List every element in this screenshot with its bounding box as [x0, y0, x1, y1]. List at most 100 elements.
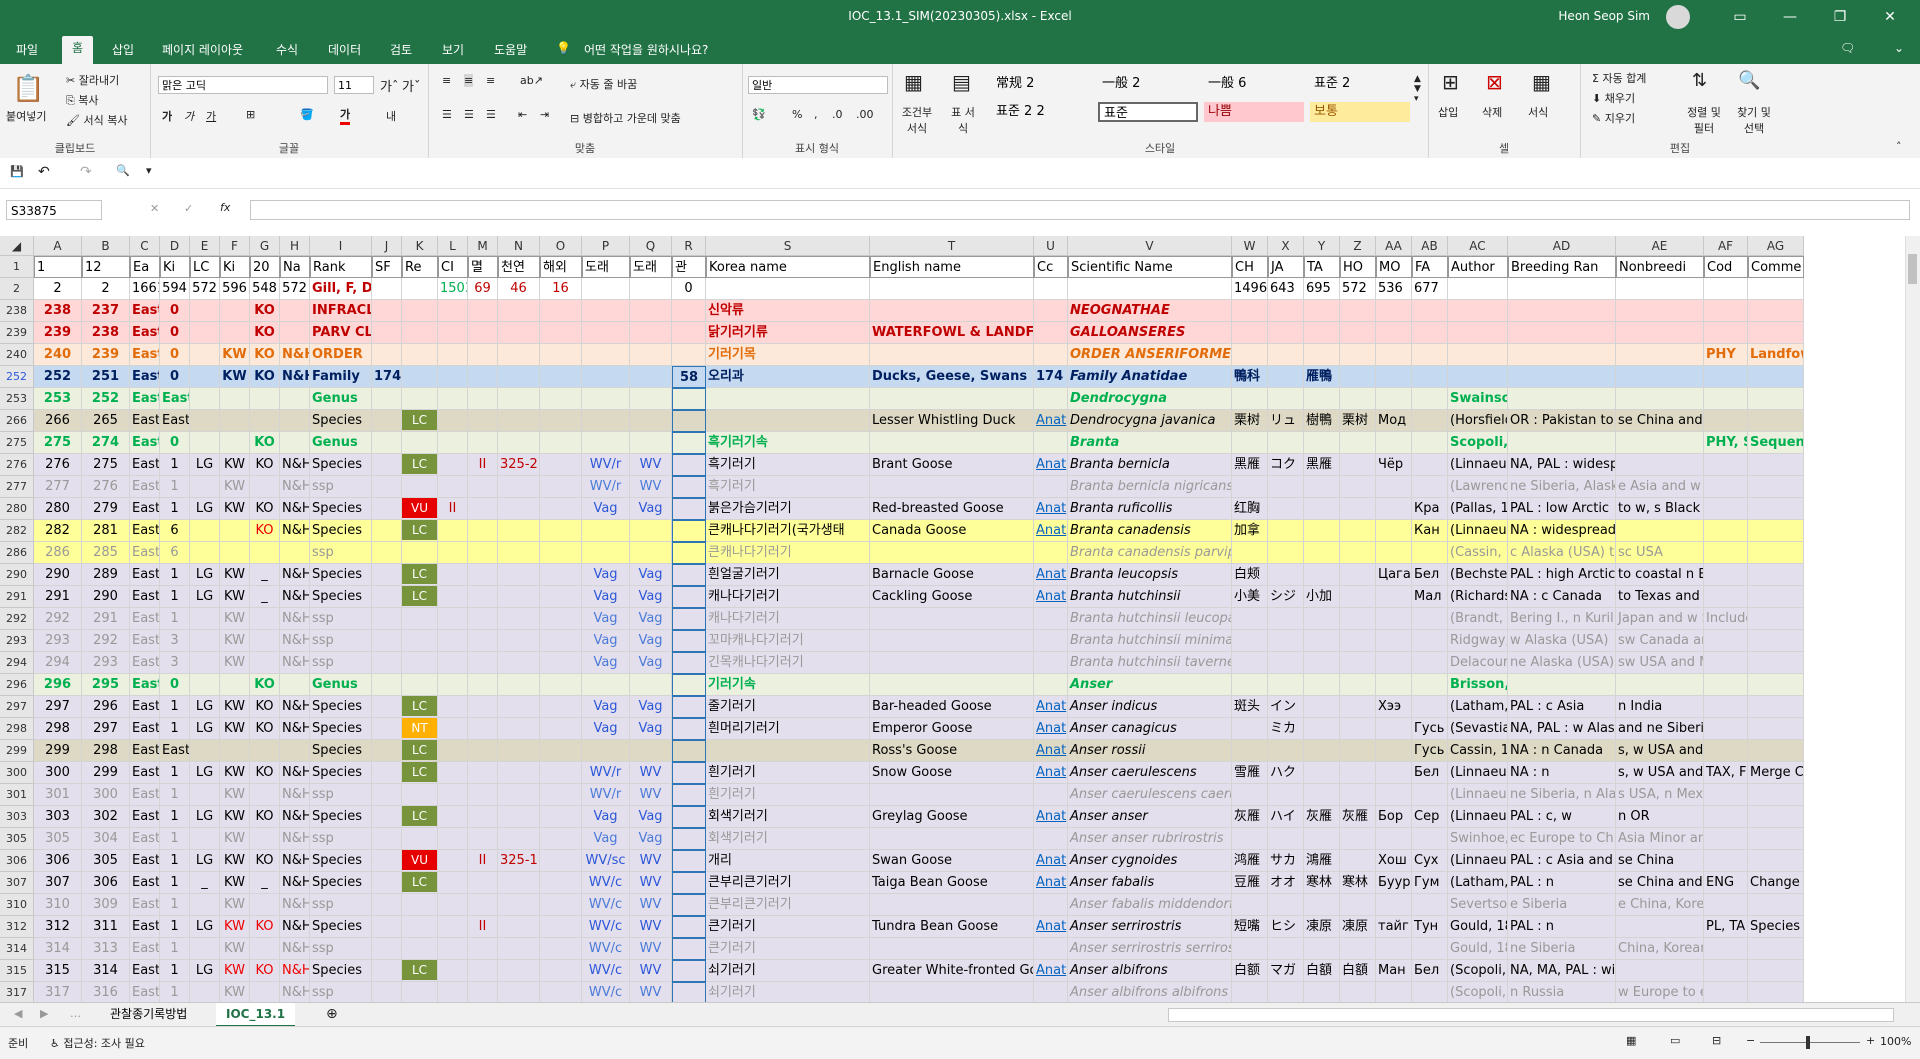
grid-cell[interactable] — [438, 586, 468, 608]
grid-cell[interactable] — [438, 608, 468, 630]
grid-cell[interactable]: Family Anatidae — [1068, 366, 1232, 388]
grid-cell[interactable] — [540, 960, 582, 982]
grid-cell[interactable]: Branta bernicla — [1068, 454, 1232, 476]
grid-cell[interactable]: 643 — [1268, 278, 1304, 300]
grid-cell[interactable] — [582, 410, 630, 432]
grid-cell[interactable]: 536 — [1376, 278, 1412, 300]
grid-cell[interactable] — [1340, 586, 1376, 608]
grid-cell[interactable] — [672, 454, 706, 476]
grid-cell[interactable]: 0 — [160, 432, 190, 454]
grid-cell[interactable]: Vag — [582, 652, 630, 674]
grid-cell[interactable]: Cod — [1704, 256, 1748, 278]
grid-cell[interactable] — [540, 608, 582, 630]
zoom-out-icon[interactable]: − — [1746, 1034, 1755, 1047]
save-icon[interactable]: 💾 — [10, 165, 24, 178]
grid-cell[interactable]: Бор — [1376, 806, 1412, 828]
grid-cell[interactable]: 기러기목 — [706, 344, 870, 366]
grid-cell[interactable] — [402, 784, 438, 806]
grid-cell[interactable]: ORDER ANSERIFORMES — [1068, 344, 1232, 366]
grid-cell[interactable] — [1034, 300, 1068, 322]
grid-cell[interactable]: 280 — [34, 498, 82, 520]
grid-cell[interactable]: KO — [250, 674, 280, 696]
grid-cell[interactable] — [1034, 630, 1068, 652]
grid-cell[interactable]: Vag — [582, 828, 630, 850]
grid-cell[interactable] — [372, 410, 402, 432]
grid-cell[interactable]: 白額 — [1304, 960, 1340, 982]
grid-cell[interactable]: 灰雁 — [1304, 806, 1340, 828]
grid-cell[interactable]: Swainson, 1837 — [1448, 388, 1508, 410]
grid-cell[interactable]: n India — [1616, 696, 1704, 718]
grid-cell[interactable] — [438, 674, 468, 696]
grid-cell[interactable] — [1412, 388, 1448, 410]
grid-cell[interactable]: (Pallas, 1 — [1448, 498, 1508, 520]
grid-cell[interactable]: 306 — [82, 872, 130, 894]
grid-cell[interactable] — [1034, 982, 1068, 1002]
grid-cell[interactable]: East — [130, 960, 160, 982]
grid-cell[interactable]: Anser rossii — [1068, 740, 1232, 762]
grid-cell[interactable]: se China and Greater Sunda — [1616, 410, 1704, 432]
grid-cell[interactable]: 315 — [34, 960, 82, 982]
grid-cell[interactable]: Ridgway, 1 — [1448, 630, 1508, 652]
grid-cell[interactable] — [1748, 278, 1804, 300]
grid-cell[interactable] — [1704, 520, 1748, 542]
grid-cell[interactable]: Gill, F, D Donsker, ... — [310, 278, 372, 300]
grid-cell[interactable]: Anser indicus — [1068, 696, 1232, 718]
grid-cell[interactable] — [1340, 608, 1376, 630]
row-header[interactable]: 315 — [0, 960, 34, 982]
grid-cell[interactable] — [498, 894, 540, 916]
column-header[interactable]: AE — [1616, 236, 1704, 256]
column-header[interactable]: AB — [1412, 236, 1448, 256]
column-header[interactable]: V — [1068, 236, 1232, 256]
grid-cell[interactable] — [582, 300, 630, 322]
grid-cell[interactable] — [630, 300, 672, 322]
grid-cell[interactable] — [1304, 388, 1340, 410]
grid-cell[interactable]: LG — [190, 498, 220, 520]
grid-cell[interactable]: LG — [190, 718, 220, 740]
row-header[interactable]: 307 — [0, 872, 34, 894]
grid-cell[interactable]: Ki — [220, 256, 250, 278]
grid-cell[interactable]: Гусь — [1412, 740, 1448, 762]
grid-cell[interactable]: _ — [250, 872, 280, 894]
grid-cell[interactable]: WV — [630, 894, 672, 916]
grid-cell[interactable]: Landfow — [1748, 344, 1804, 366]
grid-cell[interactable] — [1232, 322, 1268, 344]
grid-cell[interactable]: 오리과 — [706, 366, 870, 388]
clear-button[interactable]: ✎ 지우기 — [1592, 110, 1635, 126]
grid-cell[interactable] — [1034, 432, 1068, 454]
grid-cell[interactable]: East — [130, 520, 160, 542]
grid-cell[interactable] — [1704, 476, 1748, 498]
column-header[interactable]: M — [468, 236, 498, 256]
grid-cell[interactable] — [1340, 850, 1376, 872]
grid-cell[interactable]: Vag — [582, 630, 630, 652]
grid-cell[interactable] — [1508, 388, 1616, 410]
grid-cell[interactable] — [438, 476, 468, 498]
grid-cell[interactable]: Vag — [630, 586, 672, 608]
grid-cell[interactable]: 281 — [82, 520, 130, 542]
grid-cell[interactable] — [1268, 300, 1304, 322]
grid-cell[interactable] — [540, 586, 582, 608]
grid-cell[interactable]: LG — [190, 564, 220, 586]
grid-cell[interactable] — [1268, 938, 1304, 960]
grid-cell[interactable] — [1268, 344, 1304, 366]
grid-cell[interactable]: OR : Pakistan to — [1508, 410, 1616, 432]
grid-cell[interactable] — [1376, 762, 1412, 784]
grid-cell[interactable]: 灰雁 — [1340, 806, 1376, 828]
grid-cell[interactable]: PHY, S — [1704, 432, 1748, 454]
style-item[interactable]: 표준 2 — [1310, 74, 1410, 94]
grid-cell[interactable] — [582, 740, 630, 762]
grid-cell[interactable]: II — [438, 498, 468, 520]
grid-cell[interactable]: N&H — [280, 696, 310, 718]
grid-cell[interactable] — [1304, 432, 1340, 454]
grid-cell[interactable]: 0 — [160, 344, 190, 366]
grid-cell[interactable] — [672, 696, 706, 718]
grid-cell[interactable] — [1304, 520, 1340, 542]
grid-cell[interactable] — [1704, 938, 1748, 960]
orientation-icon[interactable]: ab↗ — [520, 74, 543, 87]
grid-cell[interactable]: 290 — [34, 564, 82, 586]
grid-cell[interactable]: 천연 — [498, 256, 540, 278]
grid-cell[interactable] — [280, 322, 310, 344]
row-header[interactable]: 1 — [0, 256, 34, 278]
decrease-decimal-icon[interactable]: .00 — [856, 108, 874, 121]
grid-cell[interactable] — [706, 740, 870, 762]
grid-cell[interactable] — [1340, 498, 1376, 520]
